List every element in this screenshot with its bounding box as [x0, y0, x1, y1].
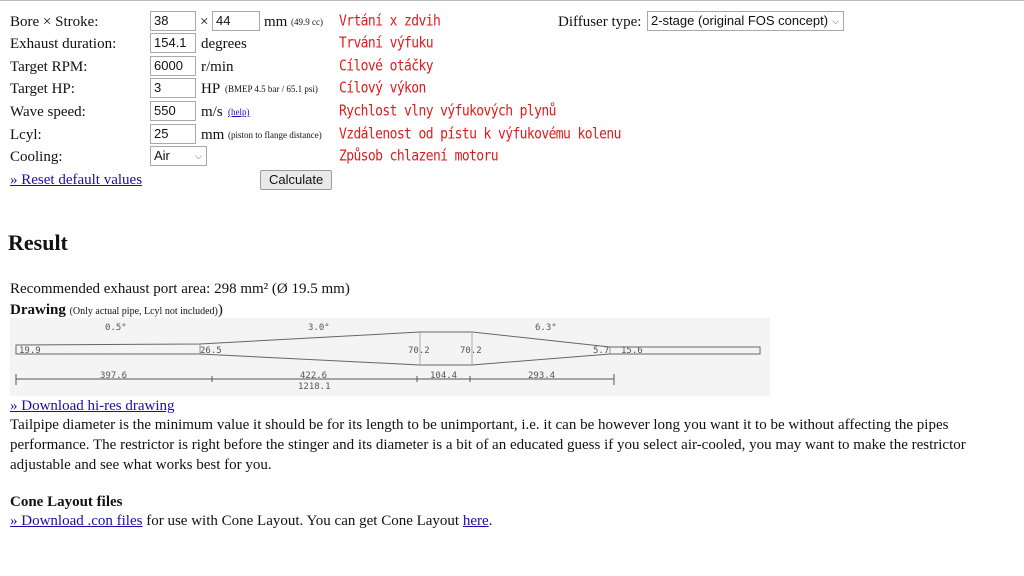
drawing-note: (Only actual pipe, Lcyl not included)	[69, 306, 218, 317]
download-con-files-link[interactable]: » Download .con files	[10, 513, 142, 529]
chevron-down-icon: ⌵	[195, 151, 202, 161]
port-area: Recommended exhaust port area: 298 mm² (…	[10, 281, 350, 297]
diffuser-select-value: 2-stage (original FOS concept)	[651, 13, 829, 28]
target-hp-unit: HP	[201, 81, 221, 97]
target-rpm-unit: r/min	[201, 59, 234, 75]
exhaust-duration-input[interactable]: 154.1	[150, 33, 196, 53]
length-label: 397.6	[100, 371, 127, 381]
wave-speed-unit: m/s	[201, 104, 223, 120]
row-bore-stroke: Bore × Stroke: 38 × 44 mm (49.9 cc) Vrtá…	[10, 11, 610, 33]
bore-input[interactable]: 38	[150, 11, 196, 31]
lcyl-extra: (piston to flange distance)	[228, 130, 322, 140]
wave-speed-input[interactable]: 550	[150, 101, 196, 121]
drawing-title: Drawing	[10, 302, 66, 318]
angle-label: 3.0°	[308, 323, 330, 333]
angle-label: 6.3°	[535, 323, 557, 333]
total-length-label: 1218.1	[298, 382, 331, 392]
row-target-rpm: Target RPM: 6000 r/min Cílové otáčky	[10, 56, 610, 78]
length-label: 422.6	[300, 371, 327, 381]
cone-period: .	[488, 513, 493, 529]
note-target-hp: Cílový výkon	[339, 79, 426, 98]
bmep-readout: (BMEP 4.5 bar / 65.1 psi)	[225, 84, 318, 94]
angle-label: 0.5°	[105, 323, 127, 333]
target-hp-input[interactable]: 3	[150, 78, 196, 98]
cooling-select-value: Air	[154, 148, 170, 163]
diffuser-select[interactable]: 2-stage (original FOS concept) ⌵	[647, 11, 844, 31]
label-target-rpm: Target RPM:	[10, 59, 88, 75]
cone-heading: Cone Layout files	[10, 494, 123, 510]
row-target-hp: Target HP: 3 HP (BMEP 4.5 bar / 65.1 psi…	[10, 78, 610, 100]
exhaust-duration-unit: degrees	[201, 36, 247, 52]
note-exhaust-duration: Trvání výfuku	[339, 34, 434, 53]
result-heading: Result	[8, 230, 68, 255]
row-wave-speed: Wave speed: 550 m/s (help) Rychlost vlny…	[10, 101, 610, 123]
label-bore-stroke: Bore × Stroke:	[10, 14, 99, 30]
diameter-label: 15.6	[621, 346, 643, 356]
row-lcyl: Lcyl: 25 mm (piston to flange distance) …	[10, 124, 621, 146]
label-lcyl: Lcyl:	[10, 127, 42, 143]
pipe-drawing: 0.5° 3.0° 6.3° 19.9 26.5 70.2 70.2 5.7 1…	[10, 318, 770, 396]
note-cooling: Způsob chlazení motoru	[339, 147, 499, 166]
label-cooling: Cooling:	[10, 149, 63, 165]
times-sign: ×	[200, 14, 209, 30]
cone-download-row: » Download .con files for use with Cone …	[10, 511, 1010, 531]
download-drawing-link[interactable]: » Download hi-res drawing	[10, 396, 175, 416]
diameter-label: 5.7	[593, 346, 609, 356]
label-exhaust-duration: Exhaust duration:	[10, 36, 117, 52]
cooling-select[interactable]: Air ⌵	[150, 146, 207, 166]
pipe-drawing-svg: 0.5° 3.0° 6.3° 19.9 26.5 70.2 70.2 5.7 1…	[15, 323, 761, 392]
lcyl-input[interactable]: 25	[150, 124, 196, 144]
pipe-outline	[15, 331, 761, 366]
drawing-close-paren: )	[217, 302, 223, 318]
row-actions: » Reset default values Calculate	[10, 169, 610, 191]
row-cooling: Cooling: Air ⌵ Způsob chlazení motoru	[10, 146, 610, 168]
diameter-label: 70.2	[460, 346, 482, 356]
length-label: 104.4	[430, 371, 457, 381]
target-rpm-input[interactable]: 6000	[150, 56, 196, 76]
diameter-label: 26.5	[200, 346, 222, 356]
calculate-button[interactable]: Calculate	[260, 170, 333, 190]
row-exhaust-duration: Exhaust duration: 154.1 degrees Trvání v…	[10, 33, 610, 55]
volume-readout: (49.9 cc)	[291, 17, 323, 27]
length-label: 293.4	[528, 371, 555, 381]
reset-defaults-link[interactable]: » Reset default values	[10, 169, 142, 191]
description: Tailpipe diameter is the minimum value i…	[10, 417, 966, 473]
label-target-hp: Target HP:	[10, 81, 75, 97]
cone-layout-here-link[interactable]: here	[463, 513, 489, 529]
bore-stroke-unit: mm	[264, 14, 288, 30]
label-wave-speed: Wave speed:	[10, 104, 86, 120]
wave-speed-help-link[interactable]: (help)	[228, 101, 250, 123]
lcyl-unit: mm	[201, 127, 225, 143]
chevron-down-icon: ⌵	[832, 16, 839, 26]
stroke-input[interactable]: 44	[212, 11, 260, 31]
diameter-label: 19.9	[19, 346, 41, 356]
label-diffuser: Diffuser type:	[558, 14, 642, 30]
row-diffuser: Diffuser type: 2-stage (original FOS con…	[558, 11, 858, 33]
diameter-label: 70.2	[408, 346, 430, 356]
top-border	[0, 0, 1024, 1]
cone-text: for use with Cone Layout. You can get Co…	[142, 513, 463, 529]
note-wave-speed: Rychlost vlny výfukových plynů	[339, 102, 556, 121]
